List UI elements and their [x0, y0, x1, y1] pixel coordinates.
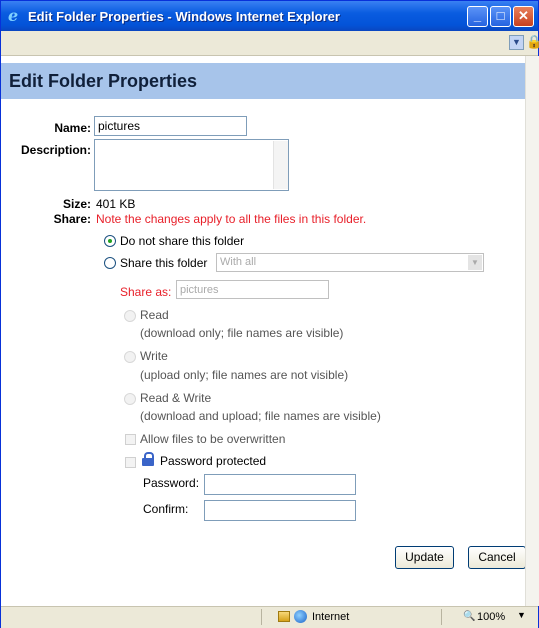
maximize-button[interactable]: □	[490, 6, 511, 27]
share-label: Share:	[53, 212, 91, 226]
share-as-label: Share as:	[120, 285, 172, 299]
description-label: Description:	[20, 143, 91, 157]
allow-overwrite-checkbox[interactable]	[125, 434, 136, 445]
zone-label: Internet	[312, 611, 350, 623]
allow-overwrite-label[interactable]: Allow files to be overwritten	[140, 432, 285, 446]
page-title: Edit Folder Properties	[9, 71, 198, 91]
title-bar[interactable]: e Edit Folder Properties - Windows Inter…	[1, 1, 538, 31]
page-header: Edit Folder Properties	[1, 63, 525, 99]
confirm-input[interactable]	[204, 500, 356, 521]
globe-icon	[294, 610, 307, 623]
share-with-value: With all	[220, 256, 257, 268]
chevron-down-icon[interactable]: ▼	[509, 35, 524, 50]
page-content: Edit Folder Properties Name: Description…	[1, 56, 525, 606]
size-label: Size:	[62, 197, 91, 211]
size-value: 401 KB	[96, 197, 136, 211]
status-bar: Internet 🔍 100% ▼	[1, 606, 538, 628]
share-folder-label[interactable]: Share this folder	[120, 256, 207, 270]
chevron-down-icon: ▼	[468, 255, 482, 270]
ie-logo-icon: e	[8, 6, 19, 25]
perm-write-radio[interactable]	[124, 351, 136, 363]
cancel-button[interactable]: Cancel	[468, 546, 525, 569]
ie-window: e Edit Folder Properties - Windows Inter…	[0, 0, 539, 628]
name-label: Name:	[54, 121, 91, 135]
confirm-label: Confirm:	[143, 502, 189, 516]
status-divider	[441, 609, 442, 625]
perm-rw-desc: (download and upload; file names are vis…	[140, 409, 381, 423]
vertical-scrollbar[interactable]	[525, 56, 539, 606]
share-note: Note the changes apply to all the files …	[96, 212, 367, 226]
name-input[interactable]	[94, 116, 247, 136]
perm-rw-radio[interactable]	[124, 393, 136, 405]
do-not-share-label[interactable]: Do not share this folder	[120, 234, 244, 248]
update-button[interactable]: Update	[395, 546, 454, 569]
perm-write-title: Write	[140, 349, 168, 363]
do-not-share-radio[interactable]	[104, 235, 116, 247]
status-divider	[261, 609, 262, 625]
share-as-input[interactable]	[176, 280, 329, 299]
perm-read-desc: (download only; file names are visible)	[140, 326, 344, 340]
close-button[interactable]: ✕	[513, 6, 534, 27]
chevron-down-icon[interactable]: ▼	[517, 610, 526, 620]
padlock-icon	[142, 452, 154, 466]
perm-rw-title: Read & Write	[140, 391, 212, 405]
share-with-select[interactable]: With all ▼	[216, 253, 484, 272]
address-bar: ▼ 🔒	[1, 31, 539, 56]
password-input[interactable]	[204, 474, 356, 495]
password-protected-label[interactable]: Password protected	[160, 454, 266, 468]
password-protected-checkbox[interactable]	[125, 457, 136, 468]
description-textarea[interactable]	[94, 139, 289, 191]
perm-read-title: Read	[140, 308, 169, 322]
share-folder-radio[interactable]	[104, 257, 116, 269]
zoom-level[interactable]: 100%	[477, 611, 505, 623]
description-scrollbar[interactable]	[273, 141, 288, 189]
perm-write-desc: (upload only; file names are not visible…	[140, 368, 349, 382]
password-label: Password:	[143, 476, 200, 490]
minimize-button[interactable]: _	[467, 6, 488, 27]
window-title: Edit Folder Properties - Windows Interne…	[28, 9, 340, 24]
perm-read-radio[interactable]	[124, 310, 136, 322]
protected-mode-icon[interactable]	[278, 611, 290, 622]
zoom-icon: 🔍	[463, 611, 476, 622]
lock-icon[interactable]: 🔒	[526, 34, 539, 50]
